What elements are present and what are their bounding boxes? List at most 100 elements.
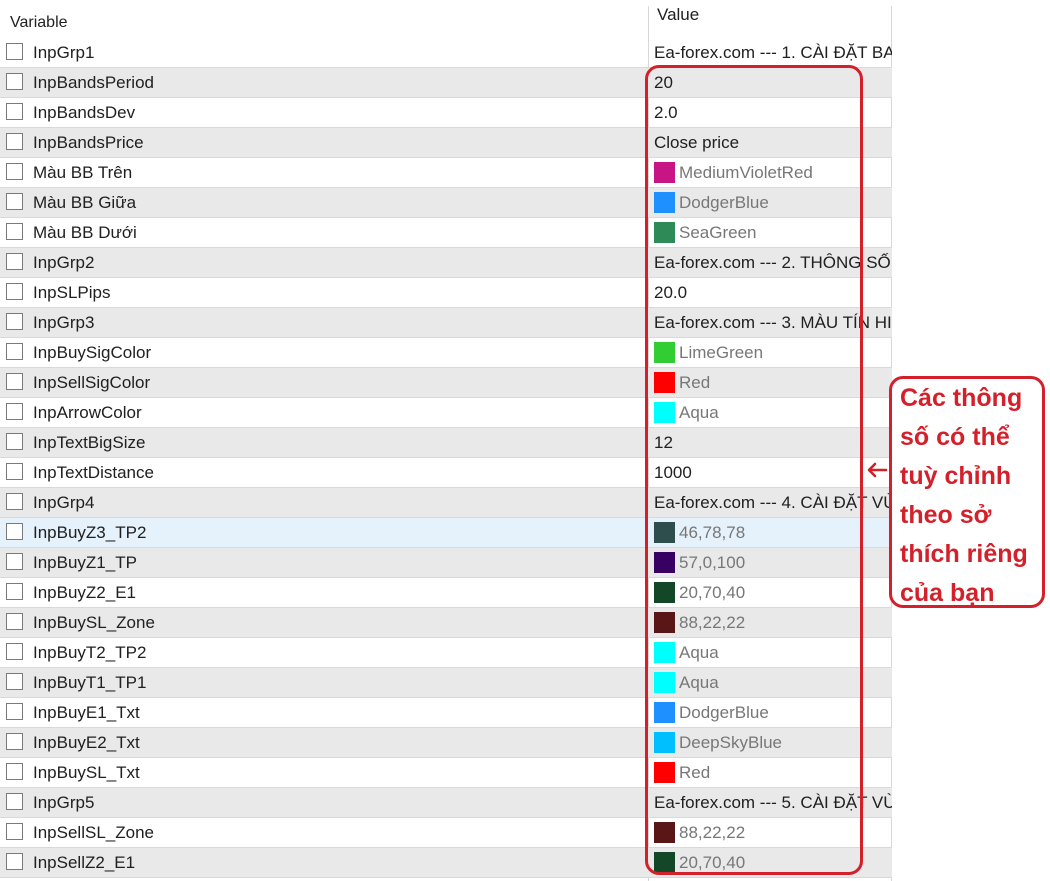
table-row[interactable]: InpGrp5 Ea-forex.com --- 5. CÀI ĐẶT VÙNG xyxy=(0,788,892,818)
row-checkbox[interactable] xyxy=(6,313,23,330)
table-row[interactable]: InpBandsDev 2.0 xyxy=(0,98,892,128)
color-swatch[interactable] xyxy=(654,551,675,573)
variable-value[interactable]: Red xyxy=(654,368,710,398)
variable-value[interactable]: DodgerBlue xyxy=(654,698,769,728)
table-row[interactable]: InpBuyE1_Txt DodgerBlue xyxy=(0,698,892,728)
color-swatch[interactable] xyxy=(654,521,675,543)
row-checkbox[interactable] xyxy=(6,43,23,60)
color-swatch[interactable] xyxy=(654,671,675,693)
table-row[interactable]: InpBuyT1_TP1 Aqua xyxy=(0,668,892,698)
variable-value[interactable]: DeepSkyBlue xyxy=(654,728,782,758)
table-row[interactable]: InpGrp1 Ea-forex.com --- 1. CÀI ĐẶT BANDS xyxy=(0,38,892,68)
color-swatch[interactable] xyxy=(654,761,675,783)
row-checkbox[interactable] xyxy=(6,373,23,390)
variable-value[interactable]: Aqua xyxy=(654,638,719,668)
table-row[interactable]: InpSellSigColor Red xyxy=(0,368,892,398)
row-checkbox[interactable] xyxy=(6,493,23,510)
row-checkbox[interactable] xyxy=(6,553,23,570)
column-header-variable[interactable]: Variable xyxy=(10,0,68,38)
row-checkbox[interactable] xyxy=(6,673,23,690)
table-row[interactable]: InpBuySigColor LimeGreen xyxy=(0,338,892,368)
row-checkbox[interactable] xyxy=(6,733,23,750)
row-checkbox[interactable] xyxy=(6,403,23,420)
row-checkbox[interactable] xyxy=(6,793,23,810)
column-header-value[interactable]: Value xyxy=(657,0,699,38)
table-row[interactable]: InpGrp2 Ea-forex.com --- 2. THÔNG SỐ xyxy=(0,248,892,278)
variable-value[interactable]: 88,22,22 xyxy=(654,608,745,638)
variable-value[interactable]: SeaGreen xyxy=(654,218,757,248)
row-checkbox[interactable] xyxy=(6,223,23,240)
table-row[interactable]: InpGrp3 Ea-forex.com --- 3. MÀU TÍN HIỆU xyxy=(0,308,892,338)
color-swatch[interactable] xyxy=(654,161,675,183)
color-swatch[interactable] xyxy=(654,611,675,633)
variable-value[interactable]: Aqua xyxy=(654,668,719,698)
variable-value[interactable]: Ea-forex.com --- 5. CÀI ĐẶT VÙNG xyxy=(654,788,892,818)
table-row[interactable]: InpBuyZ1_TP 57,0,100 xyxy=(0,548,892,578)
row-checkbox[interactable] xyxy=(6,103,23,120)
row-checkbox[interactable] xyxy=(6,253,23,270)
table-row[interactable]: InpTextBigSize 12 xyxy=(0,428,892,458)
variable-value[interactable]: 1000 xyxy=(654,458,692,488)
variable-value[interactable]: 20,70,40 xyxy=(654,578,745,608)
color-swatch[interactable] xyxy=(654,191,675,213)
variable-value[interactable]: DodgerBlue xyxy=(654,188,769,218)
row-checkbox[interactable] xyxy=(6,523,23,540)
variable-value[interactable]: 46,78,78 xyxy=(654,518,745,548)
variable-value[interactable]: 20,70,40 xyxy=(654,848,745,878)
variable-value[interactable]: 88,22,22 xyxy=(654,818,745,848)
variable-value[interactable]: 20 xyxy=(654,68,673,98)
variable-value[interactable]: LimeGreen xyxy=(654,338,763,368)
table-row[interactable]: InpBuyZ3_TP2 46,78,78 xyxy=(0,518,892,548)
row-checkbox[interactable] xyxy=(6,463,23,480)
table-row[interactable]: Màu BB Giữa DodgerBlue xyxy=(0,188,892,218)
table-row[interactable]: InpBuyE2_Txt DeepSkyBlue xyxy=(0,728,892,758)
row-checkbox[interactable] xyxy=(6,583,23,600)
variable-value[interactable]: Ea-forex.com --- 2. THÔNG SỐ xyxy=(654,248,891,278)
color-swatch[interactable] xyxy=(654,371,675,393)
row-checkbox[interactable] xyxy=(6,643,23,660)
row-checkbox[interactable] xyxy=(6,193,23,210)
color-swatch[interactable] xyxy=(654,401,675,423)
variable-value[interactable]: Ea-forex.com --- 1. CÀI ĐẶT BANDS xyxy=(654,38,892,68)
variable-value[interactable]: Close price xyxy=(654,128,739,158)
row-checkbox[interactable] xyxy=(6,823,23,840)
color-swatch[interactable] xyxy=(654,581,675,603)
table-row[interactable]: Màu BB Trên MediumVioletRed xyxy=(0,158,892,188)
color-swatch[interactable] xyxy=(654,701,675,723)
table-row[interactable]: InpBuySL_Txt Red xyxy=(0,758,892,788)
row-checkbox[interactable] xyxy=(6,433,23,450)
row-checkbox[interactable] xyxy=(6,163,23,180)
color-swatch[interactable] xyxy=(654,341,675,363)
table-row[interactable]: InpSellSL_Zone 88,22,22 xyxy=(0,818,892,848)
table-row[interactable]: InpArrowColor Aqua xyxy=(0,398,892,428)
color-swatch[interactable] xyxy=(654,851,675,873)
variable-value[interactable]: 2.0 xyxy=(654,98,678,128)
table-row[interactable]: InpSellZ2_E1 20,70,40 xyxy=(0,848,892,878)
row-checkbox[interactable] xyxy=(6,283,23,300)
row-checkbox[interactable] xyxy=(6,133,23,150)
variable-value[interactable]: 57,0,100 xyxy=(654,548,745,578)
table-row[interactable]: InpSLPips 20.0 xyxy=(0,278,892,308)
table-row[interactable]: Màu BB Dưới SeaGreen xyxy=(0,218,892,248)
table-row[interactable]: InpBandsPrice Close price xyxy=(0,128,892,158)
row-checkbox[interactable] xyxy=(6,703,23,720)
table-row[interactable]: InpBuySL_Zone 88,22,22 xyxy=(0,608,892,638)
variable-value[interactable]: 12 xyxy=(654,428,673,458)
table-row[interactable]: InpTextDistance 1000 xyxy=(0,458,892,488)
row-checkbox[interactable] xyxy=(6,613,23,630)
color-swatch[interactable] xyxy=(654,221,675,243)
variable-value[interactable]: Ea-forex.com --- 4. CÀI ĐẶT VÙNG xyxy=(654,488,892,518)
variable-value[interactable]: Red xyxy=(654,758,710,788)
table-row[interactable]: InpGrp4 Ea-forex.com --- 4. CÀI ĐẶT VÙNG xyxy=(0,488,892,518)
variable-value[interactable]: MediumVioletRed xyxy=(654,158,813,188)
table-row[interactable]: InpBuyZ2_E1 20,70,40 xyxy=(0,578,892,608)
variable-value[interactable]: Ea-forex.com --- 3. MÀU TÍN HIỆU xyxy=(654,308,892,338)
color-swatch[interactable] xyxy=(654,641,675,663)
color-swatch[interactable] xyxy=(654,821,675,843)
table-row[interactable]: InpBandsPeriod 20 xyxy=(0,68,892,98)
row-checkbox[interactable] xyxy=(6,853,23,870)
table-row[interactable]: InpBuyT2_TP2 Aqua xyxy=(0,638,892,668)
row-checkbox[interactable] xyxy=(6,343,23,360)
row-checkbox[interactable] xyxy=(6,763,23,780)
variable-value[interactable]: 20.0 xyxy=(654,278,687,308)
